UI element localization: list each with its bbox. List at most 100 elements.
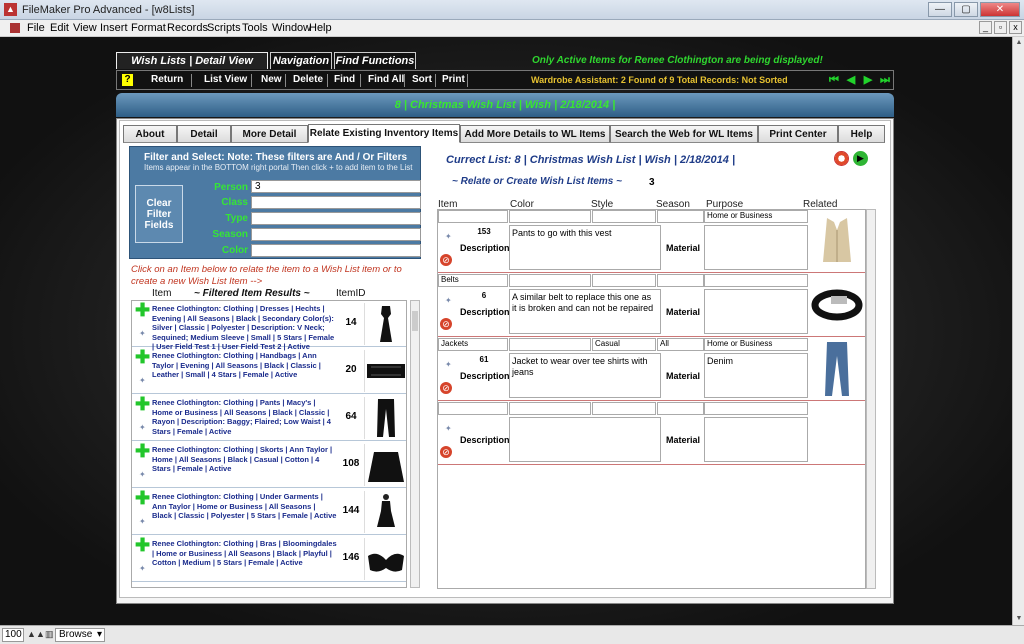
- select-icon[interactable]: ✦: [139, 376, 146, 385]
- season-field[interactable]: [657, 274, 704, 287]
- menu-help[interactable]: Help: [309, 22, 332, 34]
- tab-detail-view-toolbar[interactable]: Wish Lists | Detail View Toolbar: [116, 52, 268, 83]
- last-record-icon[interactable]: ⏭: [879, 74, 891, 86]
- previous-record-icon[interactable]: ◀: [845, 74, 857, 86]
- select-icon[interactable]: ✦: [139, 470, 146, 479]
- type-field[interactable]: [251, 212, 421, 225]
- description-field[interactable]: Jacket to wear over tee shirts with jean…: [509, 353, 661, 398]
- delete-icon[interactable]: ⊘: [440, 318, 452, 330]
- select-icon[interactable]: ✦: [139, 517, 146, 526]
- table-row[interactable]: Jackets Casual All Home or Business ✦ ⊘ …: [438, 338, 865, 401]
- style-field[interactable]: Casual: [592, 338, 656, 351]
- person-field[interactable]: 3: [251, 180, 421, 193]
- purpose-field[interactable]: [704, 274, 808, 287]
- add-icon[interactable]: ✚: [135, 348, 150, 366]
- description-field[interactable]: Pants to go with this vest: [509, 225, 661, 270]
- material-field[interactable]: [704, 289, 808, 334]
- item-field[interactable]: [438, 210, 508, 223]
- add-icon[interactable]: ✚: [135, 489, 150, 507]
- table-row[interactable]: Home or Business ✦ ⊘ 153 Description Pan…: [438, 210, 865, 273]
- add-icon[interactable]: ✚: [135, 536, 150, 554]
- material-field[interactable]: [704, 225, 808, 270]
- find-all-button[interactable]: Find All: [368, 74, 404, 85]
- print-button[interactable]: Print: [442, 74, 465, 85]
- menu-format[interactable]: Format: [131, 22, 166, 34]
- tab-search-web[interactable]: Search the Web for WL Items: [610, 125, 758, 143]
- style-field[interactable]: [592, 274, 656, 287]
- zoom-level[interactable]: 100: [2, 628, 24, 642]
- new-button[interactable]: New: [261, 74, 282, 85]
- menu-insert[interactable]: Insert: [100, 22, 128, 34]
- color-field[interactable]: [251, 244, 421, 257]
- doc-close-button[interactable]: x: [1009, 21, 1022, 34]
- list-view-button[interactable]: List View: [204, 74, 247, 85]
- purpose-field[interactable]: Home or Business: [704, 210, 808, 223]
- select-icon[interactable]: ✦: [445, 360, 452, 369]
- sort-button[interactable]: Sort: [412, 74, 432, 85]
- clear-filter-button[interactable]: Clear Filter Fields: [135, 185, 183, 243]
- tab-find-functions[interactable]: Find Functions: [334, 52, 416, 69]
- first-record-icon[interactable]: ⏮: [828, 74, 840, 86]
- select-icon[interactable]: ✦: [139, 564, 146, 573]
- delete-icon[interactable]: ⊘: [440, 446, 452, 458]
- item-field[interactable]: Jackets: [438, 338, 508, 351]
- zoom-out-icon[interactable]: ▲: [27, 629, 36, 639]
- select-icon[interactable]: ✦: [445, 296, 452, 305]
- portal-scrollbar[interactable]: [866, 209, 876, 589]
- tab-navigation[interactable]: Navigation: [270, 52, 332, 69]
- menu-view[interactable]: View: [73, 22, 97, 34]
- next-record-icon[interactable]: ▶: [862, 74, 874, 86]
- list-item[interactable]: ✚ ✦ Renee Clothington: Clothing | Under G…: [132, 489, 406, 535]
- list-item[interactable]: ✚ ✦ Renee Clothington: Clothing | Bras | …: [132, 536, 406, 582]
- menu-records[interactable]: Records: [167, 22, 208, 34]
- season-field[interactable]: [657, 402, 704, 415]
- select-icon[interactable]: ✦: [139, 423, 146, 432]
- delete-button[interactable]: Delete: [293, 74, 323, 85]
- description-field[interactable]: A similar belt to replace this one as it…: [509, 289, 661, 334]
- go-icon[interactable]: ▶: [853, 151, 868, 166]
- tab-about[interactable]: About: [123, 125, 177, 143]
- list-item[interactable]: ✚ ✦ Renee Clothington: Clothing | Pants |…: [132, 395, 406, 441]
- list-item[interactable]: ✚ ✦ Renee Clothington: Clothing | Dresses…: [132, 301, 406, 351]
- color-field[interactable]: [509, 402, 591, 415]
- list-item[interactable]: ✚ ✦ Renee Clothington: Clothing | Handbag…: [132, 348, 406, 394]
- window-scrollbar[interactable]: ▲ ▼: [1012, 37, 1024, 625]
- season-field[interactable]: All: [657, 338, 704, 351]
- find-button[interactable]: Find: [334, 74, 355, 85]
- select-icon[interactable]: ✦: [445, 232, 452, 241]
- return-button[interactable]: Return: [151, 74, 183, 85]
- add-icon[interactable]: ✚: [135, 301, 150, 319]
- color-field[interactable]: [509, 274, 591, 287]
- style-field[interactable]: [592, 210, 656, 223]
- add-icon[interactable]: ✚: [135, 442, 150, 460]
- doc-minimize-button[interactable]: _: [979, 21, 992, 34]
- class-field[interactable]: [251, 196, 421, 209]
- purpose-field[interactable]: [704, 402, 808, 415]
- menu-scripts[interactable]: Scripts: [207, 22, 241, 34]
- filtered-items-scrollbar[interactable]: [410, 300, 420, 588]
- status-toolbar-icon[interactable]: ▥: [45, 629, 54, 640]
- tab-detail[interactable]: Detail: [177, 125, 231, 143]
- select-icon[interactable]: ✦: [445, 424, 452, 433]
- style-field[interactable]: [592, 402, 656, 415]
- doc-restore-button[interactable]: ▫: [994, 21, 1007, 34]
- menu-file[interactable]: File: [27, 22, 45, 34]
- tab-print-center[interactable]: Print Center: [758, 125, 838, 143]
- description-field[interactable]: [509, 417, 661, 462]
- material-field[interactable]: [704, 417, 808, 462]
- season-field[interactable]: [657, 210, 704, 223]
- delete-icon[interactable]: ⊘: [440, 254, 452, 266]
- mode-select[interactable]: Browse ▾: [55, 628, 105, 642]
- item-field[interactable]: Belts: [438, 274, 508, 287]
- season-field[interactable]: [251, 228, 421, 241]
- select-icon[interactable]: ✦: [139, 329, 146, 338]
- menu-edit[interactable]: Edit: [50, 22, 69, 34]
- lifebuoy-icon[interactable]: [834, 151, 849, 166]
- tab-more-detail[interactable]: More Detail: [231, 125, 308, 143]
- color-field[interactable]: [509, 338, 591, 351]
- delete-icon[interactable]: ⊘: [440, 382, 452, 394]
- minimize-button[interactable]: —: [928, 2, 952, 17]
- close-button[interactable]: ✕: [980, 2, 1020, 17]
- add-icon[interactable]: ✚: [135, 395, 150, 413]
- tab-help[interactable]: Help: [838, 125, 885, 143]
